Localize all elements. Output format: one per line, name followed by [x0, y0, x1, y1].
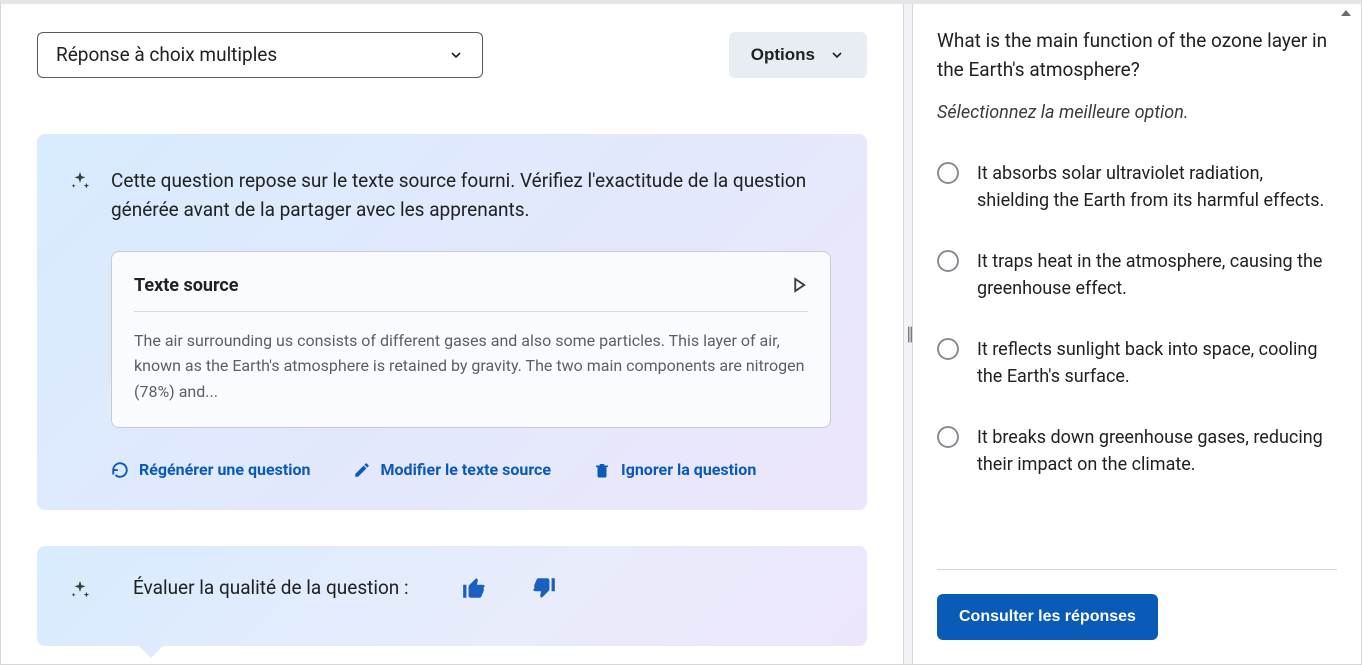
chevron-down-icon: [829, 47, 845, 63]
trash-icon: [593, 461, 611, 479]
options-label: Options: [751, 45, 815, 65]
ignore-action[interactable]: Ignorer la question: [593, 458, 756, 482]
ignore-label: Ignorer la question: [621, 458, 756, 482]
chevron-down-icon: [448, 47, 464, 63]
instruction-text: Sélectionnez la meilleure option.: [937, 99, 1337, 126]
option-3[interactable]: It breaks down greenhouse gases, reducin…: [937, 424, 1337, 478]
radio-icon: [937, 250, 959, 272]
preview-panel: What is the main function of the ozone l…: [913, 4, 1361, 664]
editor-panel: Réponse à choix multiples Options Cette …: [1, 4, 903, 664]
consult-answers-button[interactable]: Consulter les réponses: [937, 594, 1158, 640]
drag-handle-icon: ∥: [906, 329, 910, 339]
question-type-label: Réponse à choix multiples: [56, 41, 277, 70]
radio-icon: [937, 338, 959, 360]
sparkle-icon: [69, 579, 91, 601]
info-message: Cette question repose sur le texte sourc…: [111, 166, 831, 225]
option-2[interactable]: It reflects sunlight back into space, co…: [937, 336, 1337, 390]
source-text-box: Texte source The air surrounding us cons…: [111, 251, 831, 428]
radio-icon: [937, 162, 959, 184]
option-text: It absorbs solar ultraviolet radiation, …: [977, 160, 1337, 214]
modify-action[interactable]: Modifier le texte source: [353, 458, 552, 482]
question-text: What is the main function of the ozone l…: [937, 26, 1337, 85]
thumbs-down-icon[interactable]: [531, 575, 557, 601]
options-list: It absorbs solar ultraviolet radiation, …: [937, 160, 1337, 478]
rate-card: Évaluer la qualité de la question :: [37, 546, 867, 647]
source-body: The air surrounding us consists of diffe…: [134, 328, 808, 405]
option-0[interactable]: It absorbs solar ultraviolet radiation, …: [937, 160, 1337, 214]
divider-line: [937, 569, 1337, 570]
radio-icon: [937, 426, 959, 448]
thumbs-up-icon[interactable]: [461, 575, 487, 601]
pencil-icon: [353, 461, 371, 479]
option-text: It reflects sunlight back into space, co…: [977, 336, 1337, 390]
sparkle-icon: [69, 170, 91, 192]
generated-question-card: Cette question repose sur le texte sourc…: [37, 134, 867, 510]
source-title: Texte source: [134, 272, 239, 299]
modify-label: Modifier le texte source: [381, 458, 552, 482]
options-button[interactable]: Options: [729, 32, 867, 78]
regenerate-label: Régénérer une question: [139, 458, 311, 482]
caret-up-icon[interactable]: [1341, 10, 1351, 16]
regenerate-action[interactable]: Régénérer une question: [111, 458, 311, 482]
option-text: It traps heat in the atmosphere, causing…: [977, 248, 1337, 302]
option-text: It breaks down greenhouse gases, reducin…: [977, 424, 1337, 478]
refresh-icon: [111, 461, 129, 479]
question-type-dropdown[interactable]: Réponse à choix multiples: [37, 32, 483, 78]
play-icon[interactable]: [790, 276, 808, 294]
rate-label: Évaluer la qualité de la question :: [133, 574, 409, 603]
consult-label: Consulter les réponses: [959, 608, 1136, 625]
option-1[interactable]: It traps heat in the atmosphere, causing…: [937, 248, 1337, 302]
panel-divider[interactable]: ∥: [903, 4, 913, 664]
